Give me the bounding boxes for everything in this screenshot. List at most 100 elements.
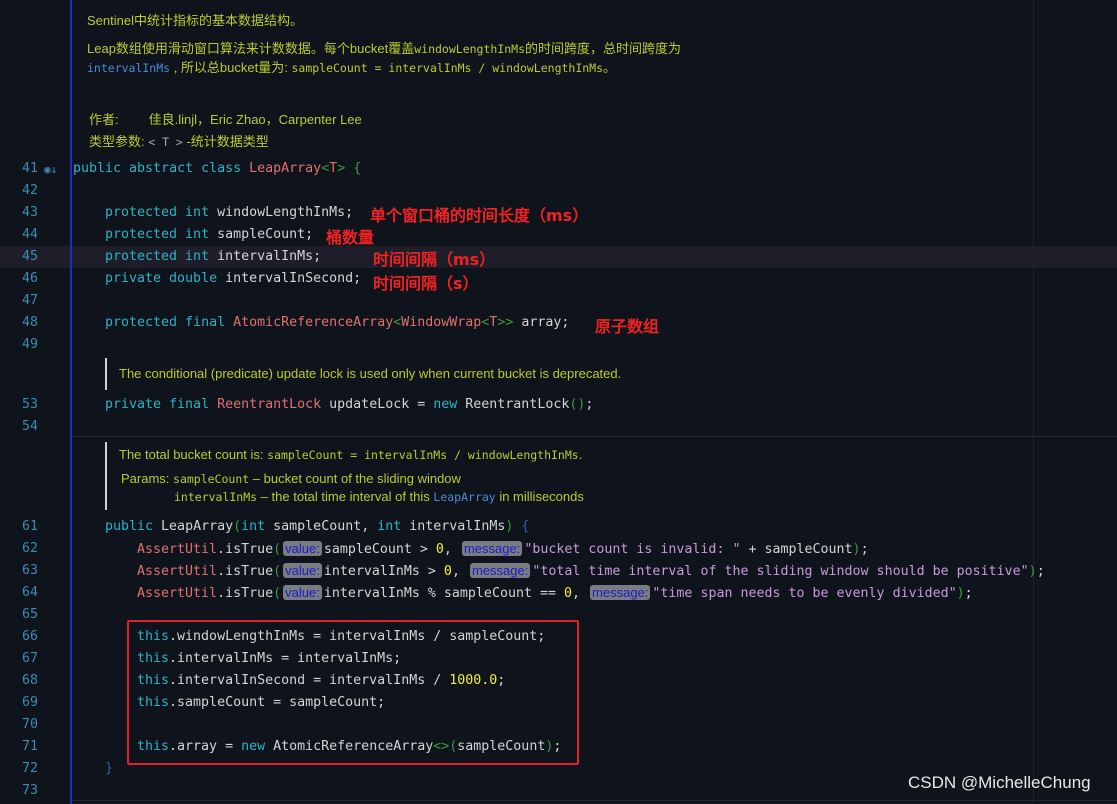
line-number[interactable]: 73 [0,780,38,802]
annotation: 桶数量 [326,228,375,247]
line-number[interactable]: 64 [0,582,38,604]
code-token: "total time interval of the sliding wind… [532,564,1029,579]
code-token: .isTrue [217,564,274,579]
code-line[interactable]: 41 public abstract class LeapArray<T> { [0,158,1117,180]
code-text: AssertUtil.isTrue(value: intervalInMs % s… [137,582,973,605]
doc-code: sampleCount = intervalInMs / windowLengt… [291,61,604,75]
line-number[interactable]: 43 [0,202,38,224]
code-text: public LeapArray(int sampleCount, int in… [105,516,529,538]
line-number[interactable]: 42 [0,180,38,202]
line-number[interactable]: 44 [0,224,38,246]
code-token: () [569,397,586,412]
line-number[interactable]: 53 [0,394,38,416]
line-number[interactable]: 63 [0,560,38,582]
line-number[interactable]: 69 [0,692,38,714]
code-text: protected final AtomicReferenceArray<Win… [105,312,569,334]
code-token: sampleCount > [323,542,436,557]
code-token: array; [513,315,570,330]
doc-link[interactable]: LeapArray [433,490,495,504]
doc-bar [105,442,107,510]
line-number[interactable]: 65 [0,604,38,626]
parameter-hint: value: [283,585,322,600]
code-text: protected int windowLengthInMs; [105,202,353,224]
code-token: intervalInMs; [217,249,322,264]
line-number[interactable]: 41 [0,158,38,180]
parameter-hint: value: [283,541,322,556]
code-token: private final [105,397,218,412]
parameter-hint: message: [461,541,523,556]
code-token: protected int [105,205,218,220]
code-text: protected int sampleCount; [105,224,313,246]
line-number[interactable]: 67 [0,648,38,670]
code-token: { [513,519,530,534]
code-token: AssertUtil [137,586,218,601]
doc-code: windowLengthInMs [414,42,526,56]
code-token: ; [860,542,869,557]
param-desc: – bucket count of the sliding window [249,471,461,486]
code-line[interactable]: 47 [0,290,1117,312]
code-line[interactable]: 42 [0,180,1117,202]
line-number[interactable]: 46 [0,268,38,290]
doc-text: The total bucket count is: [119,447,268,462]
code-text: AssertUtil.isTrue(value: sampleCount > 0,… [137,538,869,561]
annotation: 单个窗口桶的时间长度（ms） [370,206,589,225]
code-token: 0 [435,542,444,557]
code-token: intervalInMs % sampleCount == [323,586,564,601]
code-line[interactable]: 44 protected int sampleCount; [0,224,1117,246]
author-value: 佳良.linjl，Eric Zhao，Carpenter Lee [148,112,362,127]
doc-text: . [578,447,583,462]
line-number[interactable]: 72 [0,758,38,780]
code-token: intervalInMs [409,519,506,534]
implementations-gutter-icon[interactable]: ◉↓ [44,163,57,176]
code-token: intervalInMs > [323,564,444,579]
doc-link[interactable]: intervalInMs [87,61,170,75]
line-number[interactable]: 62 [0,538,38,560]
param-desc: – the total time interval of this [257,489,434,504]
code-token: intervalInSecond; [225,271,362,286]
lock-javadoc: The conditional (predicate) update lock … [119,366,622,381]
line-number[interactable]: 70 [0,714,38,736]
doc-text: , 所以总bucket量为: [170,60,292,75]
code-line[interactable]: 64 AssertUtil.isTrue(value: intervalInMs %… [0,582,1117,604]
code-line[interactable]: 48 protected final AtomicReferenceArray<W… [0,312,1117,334]
type-param-desc: -统计数据类型 [182,134,269,149]
code-token: ( [273,586,282,601]
line-number[interactable]: 48 [0,312,38,334]
line-number[interactable]: 71 [0,736,38,758]
code-text: public abstract class LeapArray<T> { [73,158,361,180]
code-token: new [433,397,466,412]
code-token: , [443,542,460,557]
param-name: sampleCount [173,472,250,486]
code-line[interactable]: 45 protected int intervalInMs; [0,246,1117,268]
line-number[interactable]: 66 [0,626,38,648]
code-line[interactable]: 61 public LeapArray(int sampleCount, int … [0,516,1117,538]
code-line[interactable]: 49 [0,334,1117,356]
code-line[interactable]: 62 AssertUtil.isTrue(value: sampleCount > … [0,538,1117,560]
code-token: .isTrue [217,586,274,601]
parameter-hint: value: [283,563,322,578]
code-token: < [321,161,330,176]
line-number[interactable]: 68 [0,670,38,692]
type-param-label: 类型参数: [89,134,149,149]
code-token: int [377,519,410,534]
line-number[interactable]: 49 [0,334,38,356]
line-number[interactable]: 61 [0,516,38,538]
line-number[interactable]: 45 [0,246,38,268]
code-token: sampleCount; [217,227,314,242]
code-line[interactable]: 54 [0,416,1117,438]
code-token: "time span needs to be evenly divided" [652,586,957,601]
code-token: ) [852,542,861,557]
code-line[interactable]: 53 private final ReentrantLock updateLock… [0,394,1117,416]
code-token: ( [233,519,242,534]
line-number[interactable]: 47 [0,290,38,312]
code-line[interactable]: 46 private double intervalInSecond; [0,268,1117,290]
code-token: 0 [443,564,452,579]
code-token: private double [105,271,226,286]
code-token: protected int [105,249,218,264]
code-text: AssertUtil.isTrue(value: intervalInMs > 0… [137,560,1045,583]
code-line[interactable]: 63 AssertUtil.isTrue(value: intervalInMs >… [0,560,1117,582]
line-number[interactable]: 54 [0,416,38,438]
doc-bar [105,358,107,390]
annotation: 时间间隔（ms） [373,250,496,269]
code-text: } [105,758,113,780]
